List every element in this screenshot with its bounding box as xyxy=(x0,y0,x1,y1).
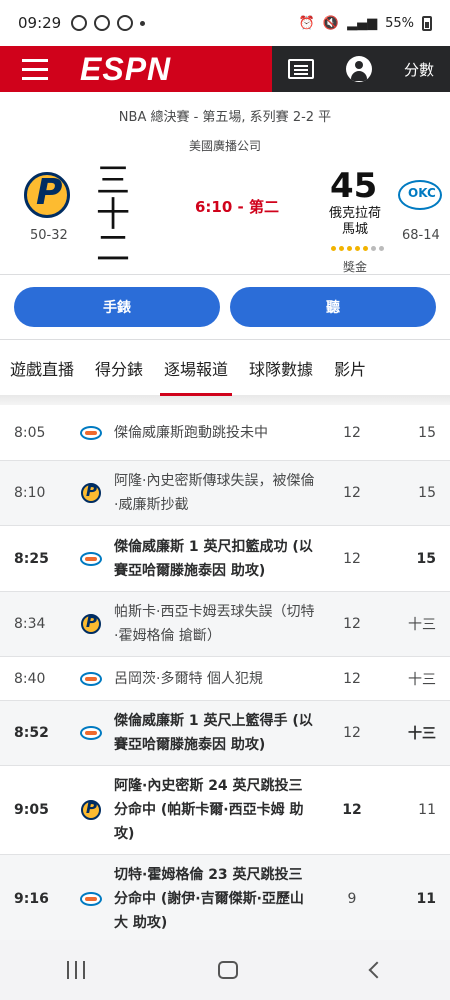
tabs-shadow xyxy=(0,395,450,405)
sync-icon xyxy=(117,15,134,31)
play-row[interactable]: 8:40 呂岡茨·多爾特 個人犯規 12 十三 xyxy=(0,657,450,701)
battery-icon xyxy=(422,15,432,31)
play-description: 帕斯卡·西亞卡姆丟球失誤（切特·霍姆格倫 搶斷） xyxy=(114,604,315,644)
home-score: 三十二 xyxy=(96,161,130,269)
thunder-logo-icon xyxy=(74,892,108,906)
scoreboard: 50-32 三十二 6:10 - 第二 45 俄克拉荷馬城 獎金 68-14 xyxy=(0,154,450,274)
play-description: 呂岡茨·多爾特 個人犯規 xyxy=(114,670,263,687)
play-description: 阿隆·內史密斯傳球失誤，被傑倫·威廉斯抄截 xyxy=(114,473,315,513)
home-icon[interactable] xyxy=(217,961,238,979)
play-description: 傑倫威廉斯跑動跳投未中 xyxy=(114,424,268,441)
tab-play-by-play[interactable]: 逐場報道 xyxy=(160,340,233,396)
play-by-play-list[interactable]: 8:05 傑倫威廉斯跑動跳投未中 12 15 8:10 阿隆·內史密斯傳球失誤，被傑倫·威… xyxy=(0,405,450,943)
home-team-score: 12 xyxy=(343,424,361,441)
pacers-logo-icon xyxy=(74,799,108,820)
away-team-score: 11 xyxy=(416,891,436,907)
play-row[interactable]: 8:34 帕斯卡·西亞卡姆丟球失誤（切特·霍姆格倫 搶斷） 12 十三 xyxy=(0,592,450,657)
play-time: 8:25 xyxy=(14,550,49,567)
play-row[interactable]: 9:05 阿隆·內史密斯 24 英尺跳投三分命中 (帕斯卡爾·西亞卡姆 助攻) 12… xyxy=(0,766,450,855)
thunder-logo-icon xyxy=(74,726,108,740)
media-buttons: 手錶 聽 xyxy=(0,275,450,339)
away-team-score: 15 xyxy=(416,550,436,567)
news-icon[interactable] xyxy=(287,59,314,79)
play-time: 8:40 xyxy=(14,670,46,687)
play-time: 8:05 xyxy=(14,424,46,441)
broadcast-network: 美國廣播公司 xyxy=(188,139,261,153)
home-team-score: 12 xyxy=(343,485,361,501)
play-description: 傑倫威廉斯 1 英尺扣籃成功 (以賽亞哈爾滕施泰因 助攻) xyxy=(114,538,313,579)
thunder-logo[interactable] xyxy=(398,180,442,210)
battery-level: 55% xyxy=(385,15,414,31)
tab-videos[interactable]: 影片 xyxy=(334,340,366,396)
play-time: 8:10 xyxy=(14,485,46,501)
prize-rating xyxy=(331,246,384,251)
espn-header: ESPN 分數 xyxy=(0,46,450,92)
away-team-score: 十三 xyxy=(408,617,436,633)
play-row[interactable]: 9:16 切特·霍姆格倫 23 英尺跳投三分命中 (謝伊·吉爾傑斯·亞歷山大 助攻… xyxy=(0,855,450,943)
status-bar: 09:29 ⏰ 🔇 ▂▄▆ 55% xyxy=(0,0,450,46)
thunder-logo-icon xyxy=(74,551,108,566)
more-notifications-icon xyxy=(140,20,146,26)
profile-icon[interactable] xyxy=(345,56,372,82)
android-nav-bar xyxy=(0,940,450,1000)
listen-button[interactable]: 聽 xyxy=(230,287,436,327)
pacers-logo-icon xyxy=(74,613,108,634)
play-time: 8:52 xyxy=(14,725,49,741)
game-tabs: 遊戲直播 得分錶 逐場報道 球隊數據 影片 xyxy=(0,339,450,396)
recent-apps-icon[interactable] xyxy=(66,961,85,979)
signal-icon: ▂▄▆ xyxy=(347,15,378,31)
home-team-score: 12 xyxy=(343,616,361,632)
play-row[interactable]: 8:05 傑倫威廉斯跑動跳投未中 12 15 xyxy=(0,405,450,461)
notification-icons xyxy=(71,15,146,31)
home-team-score: 12 xyxy=(343,725,361,741)
prize-label: 獎金 xyxy=(343,260,368,274)
away-record: 68-14 xyxy=(402,228,440,243)
home-team-score: 12 xyxy=(343,550,361,567)
espn-logo[interactable]: ESPN xyxy=(70,46,272,92)
home-team-score: 9 xyxy=(347,891,357,907)
status-time: 09:29 xyxy=(18,14,62,32)
tab-live[interactable]: 遊戲直播 xyxy=(10,340,74,396)
watch-button[interactable]: 手錶 xyxy=(14,287,220,327)
chrome-icon xyxy=(71,15,88,31)
play-description: 切特·霍姆格倫 23 英尺跳投三分命中 (謝伊·吉爾傑斯·亞歷山大 助攻) xyxy=(114,867,304,931)
scores-link[interactable]: 分數 xyxy=(404,59,434,80)
game-title: NBA 總決賽 - 第五場, 系列賽 2-2 平 xyxy=(118,110,332,125)
play-time: 9:16 xyxy=(14,891,49,907)
play-description: 阿隆·內史密斯 24 英尺跳投三分命中 (帕斯卡爾·西亞卡姆 助攻) xyxy=(114,778,304,842)
play-time: 8:34 xyxy=(14,616,46,632)
thunder-logo-icon xyxy=(74,425,108,440)
play-row[interactable]: 8:52 傑倫威廉斯 1 英尺上籃得手 (以賽亞哈爾滕施泰因 助攻) 12 十三 xyxy=(0,701,450,766)
back-icon[interactable] xyxy=(368,961,386,979)
mute-icon: 🔇 xyxy=(322,15,340,31)
thunder-logo-icon xyxy=(74,671,108,686)
pacers-logo-icon xyxy=(74,482,108,503)
away-score: 45 xyxy=(330,166,378,206)
away-team-score: 十三 xyxy=(408,671,436,688)
line-icon xyxy=(94,15,111,31)
tab-boxscore[interactable]: 得分錶 xyxy=(95,340,143,396)
tab-team-stats[interactable]: 球隊數據 xyxy=(249,340,313,396)
play-row[interactable]: 8:25 傑倫威廉斯 1 英尺扣籃成功 (以賽亞哈爾滕施泰因 助攻) 12 15 xyxy=(0,526,450,592)
home-team-score: 12 xyxy=(343,670,361,687)
away-team-score: 15 xyxy=(418,485,436,501)
play-row[interactable]: 8:10 阿隆·內史密斯傳球失誤，被傑倫·威廉斯抄截 12 15 xyxy=(0,461,450,526)
game-info: NBA 總決賽 - 第五場, 系列賽 2-2 平 美國廣播公司 xyxy=(0,92,450,154)
pacers-logo[interactable] xyxy=(24,172,70,218)
menu-icon[interactable] xyxy=(0,46,70,92)
home-record: 50-32 xyxy=(30,228,68,243)
alarm-icon: ⏰ xyxy=(298,15,315,31)
header-actions: 分數 xyxy=(272,46,450,92)
away-team-name: 俄克拉荷馬城 xyxy=(328,206,381,237)
away-team-score: 11 xyxy=(418,802,436,818)
away-team-score: 15 xyxy=(418,424,436,441)
game-clock: 6:10 - 第二 xyxy=(195,198,279,216)
play-time: 9:05 xyxy=(14,802,49,818)
play-description: 傑倫威廉斯 1 英尺上籃得手 (以賽亞哈爾滕施泰因 助攻) xyxy=(114,713,313,753)
away-team-score: 十三 xyxy=(408,726,436,742)
home-team-score: 12 xyxy=(342,802,362,818)
